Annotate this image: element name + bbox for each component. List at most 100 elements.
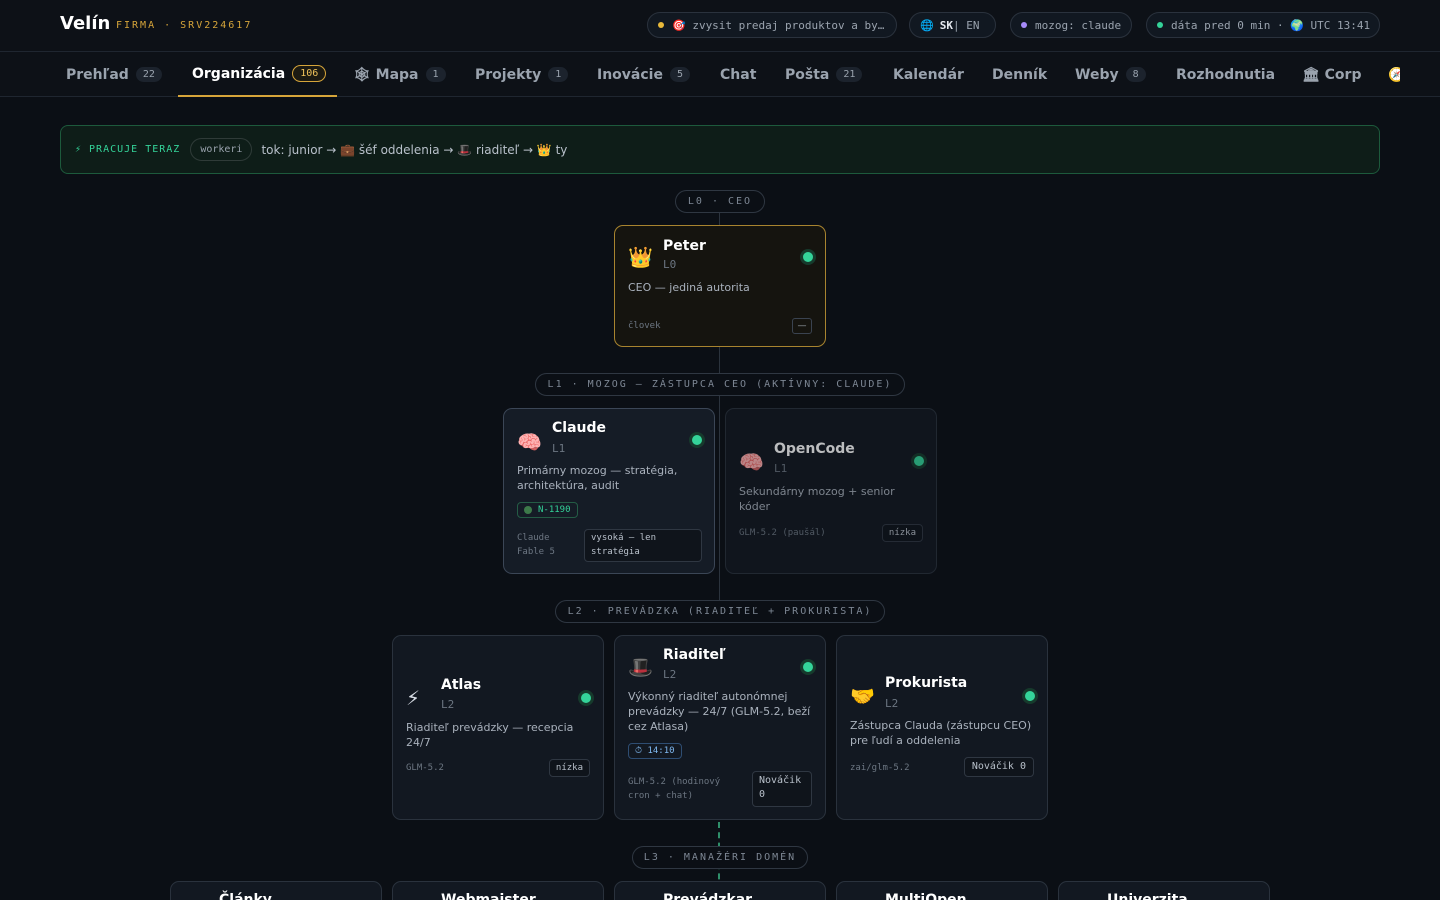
card-multiopen[interactable]: MultiOpen [836, 881, 1048, 900]
app-subtitle: FIRMA · SRV224617 [116, 20, 253, 31]
tab-chat[interactable]: Chat [720, 52, 756, 97]
tab-kalendar[interactable]: Kalendár [893, 52, 964, 97]
goal-text: 🎯 zvysit predaj produktov a by… [672, 18, 885, 32]
card-name: OpenCode [774, 441, 855, 457]
priority-tag: nízka [548, 759, 590, 777]
tab-label: Rozhodnutia [1176, 66, 1276, 83]
brain-text: mozog: claude [1035, 18, 1122, 32]
card-atlas[interactable]: ⚡ Atlas L2 Riaditeľ prevádzky — recepcia… [392, 635, 604, 820]
tab-posta[interactable]: Pošta 21 [785, 52, 863, 97]
data-status-pill: dáta pred 0 min · 🌍 UTC 13:41 [1146, 12, 1380, 38]
card-model: Claude Fable 5 [517, 533, 555, 557]
app-title: Velín [60, 13, 111, 34]
globe-icon: 🌐 [920, 18, 934, 32]
task-dot-icon [524, 506, 532, 514]
compass-icon: 🧭 [1388, 66, 1400, 83]
working-now-banner: ⚡ PRACUJE TERAZ workeri tok: junior → 💼 … [60, 125, 1380, 174]
tab-mapa[interactable]: 🕸 Mapa 1 [353, 52, 446, 97]
card-opencode[interactable]: 🧠 OpenCode L1 Sekundárny mozog + senior … [725, 408, 937, 574]
card-clanky[interactable]: Články [170, 881, 382, 900]
status-online-icon [914, 456, 924, 466]
card-prokurista[interactable]: 🤝 Prokurista L2 Zástupca Clauda (zástupc… [836, 635, 1048, 820]
tab-badge: 22 [135, 67, 162, 82]
card-desc: Primárny mozog — stratégia, architektúra… [517, 464, 678, 492]
goal-dot-icon [658, 22, 664, 28]
tab-compass[interactable]: 🧭 [1388, 52, 1400, 97]
brain-pill[interactable]: mozog: claude [1010, 12, 1132, 38]
card-univerzita[interactable]: Univerzita [1058, 881, 1270, 900]
status-dot-icon [1157, 22, 1163, 28]
card-name: Webmajster [441, 892, 536, 900]
tab-weby[interactable]: Weby 8 [1075, 52, 1146, 97]
task-chip[interactable]: N-1190 [517, 502, 578, 518]
tab-label: 🏛 Corp [1302, 66, 1362, 83]
card-model: GLM-5.2 (paušál) [739, 528, 826, 538]
tab-badge: 1 [548, 67, 569, 82]
status-online-icon [692, 435, 702, 445]
card-name: Riaditeľ [663, 647, 726, 663]
tab-inovacie[interactable]: Inovácie 5 [597, 52, 690, 97]
tab-label: Weby [1075, 66, 1119, 83]
card-peter[interactable]: 👑 Peter L0 CEO — jediná autorita človek … [614, 225, 826, 347]
level-l2-label: L2 · PREVÁDZKA (RIADITEĽ + PROKURISTA) [555, 600, 885, 623]
card-level: L1 [552, 442, 566, 455]
crown-icon: 👑 [628, 245, 653, 269]
card-claude[interactable]: 🧠 Claude L1 Primárny mozog — stratégia, … [503, 408, 715, 574]
tab-label: Kalendár [893, 66, 964, 83]
tab-dennik[interactable]: Denník [992, 52, 1047, 97]
card-desc: CEO — jediná autorita [628, 281, 750, 294]
tab-label: Pošta [785, 66, 830, 83]
goal-pill[interactable]: 🎯 zvysit predaj produktov a by… [647, 12, 897, 38]
tab-badge: 106 [292, 65, 327, 82]
task-id: N-1190 [538, 505, 571, 515]
card-model: zai/glm-5.2 [850, 763, 910, 773]
card-name: Články [219, 892, 272, 900]
card-webmajster[interactable]: Webmajster [392, 881, 604, 900]
tab-label: Organizácia [192, 65, 286, 82]
card-name: MultiOpen [885, 892, 967, 900]
tab-prehlad[interactable]: Prehľad 22 [66, 52, 162, 97]
tab-badge: 21 [836, 67, 863, 82]
brain-dot-icon [1021, 22, 1027, 28]
level-l3-label: L3 · MANAŽÉRI DOMÉN [632, 846, 808, 869]
card-prevadzkar[interactable]: Prevádzkar [614, 881, 826, 900]
brain-icon: 🧠 [517, 430, 542, 454]
language-switch[interactable]: 🌐 SK | EN [909, 12, 996, 38]
tab-label: Denník [992, 66, 1048, 83]
tab-label: 🕸 Mapa [353, 66, 419, 83]
collapse-button[interactable]: — [792, 318, 812, 334]
workers-chip[interactable]: workeri [190, 138, 253, 161]
priority-tag: nízka [881, 524, 923, 542]
tab-label: Inovácie [597, 66, 663, 83]
lang-sk[interactable]: SK [940, 19, 953, 32]
timer-chip[interactable]: ⏱ 14:10 [628, 743, 682, 759]
workflow-text: tok: junior → 💼 šéf oddelenia → 🎩 riadit… [261, 142, 568, 157]
status-online-icon [803, 662, 813, 672]
card-model: GLM-5.2 [406, 763, 444, 773]
tab-label: Projekty [475, 66, 542, 83]
rank-tag: Nováčik 0 [752, 771, 812, 807]
lightning-icon: ⚡ [406, 686, 421, 710]
status-online-icon [803, 252, 813, 262]
tab-label: Chat [720, 66, 757, 83]
card-riaditel[interactable]: 🎩 Riaditeľ L2 Výkonný riaditeľ autonómne… [614, 635, 826, 820]
lang-en[interactable]: | EN [953, 19, 980, 32]
level-l0-label: L0 · CEO [675, 190, 765, 213]
card-desc: Zástupca Clauda (zástupcu CEO) pre ľudí … [850, 719, 1032, 747]
handshake-icon: 🤝 [850, 684, 875, 708]
card-name: Univerzita [1107, 892, 1188, 900]
card-level: L2 [441, 698, 455, 711]
tab-projekty[interactable]: Projekty 1 [475, 52, 569, 97]
tab-rozhodnutia[interactable]: Rozhodnutia [1176, 52, 1275, 97]
card-desc: Sekundárny mozog + senior kóder [739, 485, 895, 513]
main-nav: Prehľad 22 Organizácia 106 🕸 Mapa 1 Projekt… [0, 52, 1440, 97]
tab-organizacia[interactable]: Organizácia 106 [178, 52, 337, 97]
brain-icon: 🧠 [739, 450, 764, 474]
level-l1-label: L1 · MOZOG — ZÁSTUPCA CEO (AKTÍVNY: CLAU… [535, 373, 905, 396]
status-online-icon [581, 693, 591, 703]
tab-label: Prehľad [66, 66, 129, 83]
top-hat-icon: 🎩 [628, 655, 653, 679]
working-now-label: ⚡ PRACUJE TERAZ [75, 144, 181, 155]
card-level: L0 [663, 258, 677, 271]
tab-corp[interactable]: 🏛 Corp [1302, 52, 1361, 97]
